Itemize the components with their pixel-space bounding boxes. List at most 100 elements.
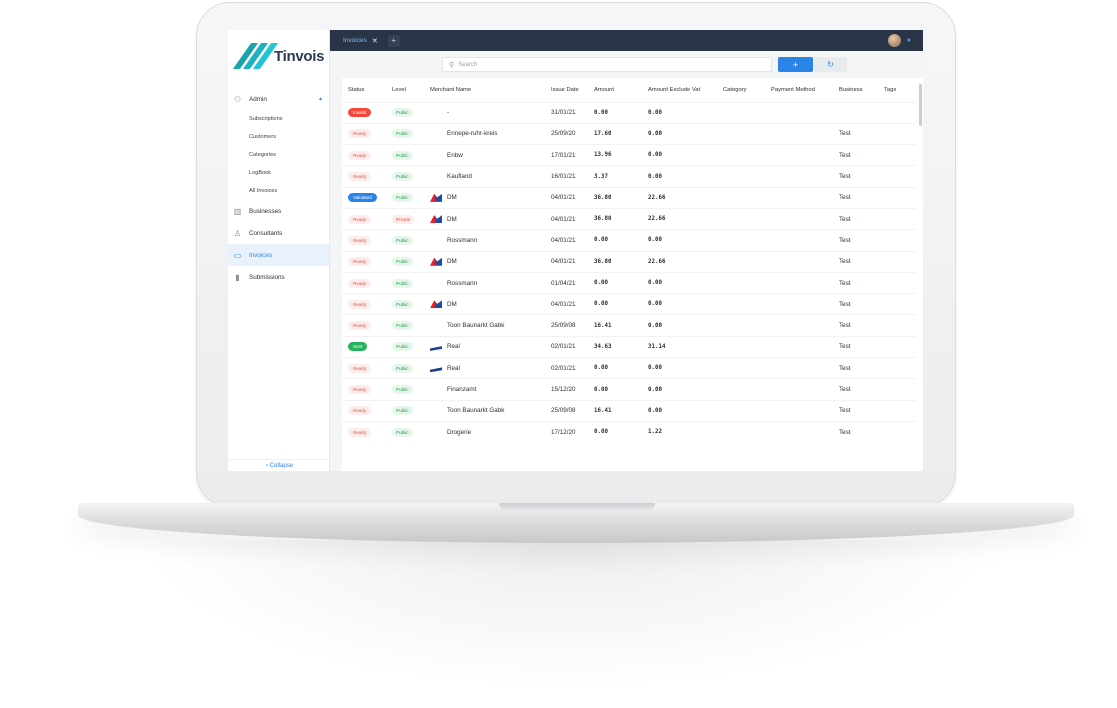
table-row[interactable]: Ready Public Real 02/01/21 0.00 0.00 Test	[342, 357, 916, 379]
column-header-business[interactable]: Business	[833, 78, 878, 102]
close-icon[interactable]: ✕	[372, 37, 378, 45]
sidebar: Tinvois ⚇ Admin ▲ Subscriptions Customers…	[228, 30, 331, 471]
sidebar-item-businesses[interactable]: ▥ Businesses	[228, 200, 329, 222]
sidebar-item-admin[interactable]: ⚇ Admin ▲	[228, 88, 329, 110]
users-icon: ⚇	[233, 94, 242, 104]
merchant-cell: Real	[424, 357, 545, 379]
issue-date: 15/12/20	[545, 378, 588, 401]
add-invoice-button[interactable]: +	[778, 57, 813, 72]
issue-date: 04/01/21	[545, 250, 588, 273]
tags	[878, 271, 916, 294]
table-row[interactable]: Ready Public Toon Baunarkt Gabk 25/09/08 16.…	[342, 399, 916, 422]
tags	[878, 122, 916, 145]
table-row[interactable]: Validated Public DM 04/01/21 36.80 22.66 Test	[342, 186, 916, 209]
column-header-level[interactable]: Level	[386, 78, 424, 102]
table-row[interactable]: Ready Public Drogerie 17/12/20 0.00 1.22 Test	[342, 420, 916, 443]
column-header-amount-exclude-vat[interactable]: Amount Exclude Vat	[642, 78, 717, 102]
table-row[interactable]: Ready Public Rossmann 01/04/21 0.00 0.00 Test	[342, 271, 916, 294]
table-header: Status Level Merchant Name Issue Date Amount…	[342, 78, 916, 102]
payment-method	[765, 250, 833, 273]
issue-date: 25/09/08	[545, 399, 588, 422]
issue-date: 02/01/21	[545, 335, 588, 358]
app-logo[interactable]: Tinvois	[228, 30, 329, 82]
issue-date: 02/01/21	[545, 357, 588, 379]
status-cell: Ready	[342, 293, 386, 315]
amount: 36.80	[588, 186, 642, 209]
dm-logo-icon	[430, 215, 442, 224]
status-badge: Ready	[348, 278, 372, 288]
app-screen: Tinvois ⚇ Admin ▲ Subscriptions Customers…	[228, 30, 923, 471]
table-row[interactable]: Ready Public Finanzamt 15/12/20 0.00 0.00 Test	[342, 378, 916, 401]
merchant-name: DM	[447, 258, 457, 266]
amount-exclude-vat: 31.14	[642, 335, 717, 358]
scrollbar[interactable]	[919, 84, 922, 126]
add-tab-button[interactable]: +	[387, 34, 400, 47]
amount: 36.80	[588, 250, 642, 273]
payment-method	[765, 186, 833, 209]
tags	[878, 250, 916, 273]
merchant-name: Ennepe-ruhr-kreis	[447, 130, 498, 138]
blank-logo-icon	[430, 279, 442, 287]
building-icon: ▥	[233, 206, 242, 216]
column-header-payment-method[interactable]: Payment Method	[765, 78, 833, 102]
sidebar-subitem-logbook[interactable]: LogBook	[228, 164, 329, 182]
business: Test	[833, 357, 878, 379]
business: Test	[833, 144, 878, 166]
merchant-name: DM	[447, 194, 457, 202]
column-header-issue-date[interactable]: Issue Date	[545, 78, 588, 102]
person-icon: ♙	[233, 228, 242, 238]
table-row[interactable]: Ready Public DM 04/01/21 0.00 0.00 Test	[342, 293, 916, 315]
toolbar: ⚲ Search + ↻	[330, 51, 923, 78]
status-cell: Ready	[342, 122, 386, 145]
table-row[interactable]: Ready Public DM 04/01/21 36.80 22.66 Test	[342, 250, 916, 273]
sidebar-subitem-all-invoices[interactable]: All Invoices	[228, 182, 329, 200]
table-row[interactable]: Ready Public Enbw 17/01/21 13.96 0.00 Test	[342, 144, 916, 166]
level-cell: Public	[386, 399, 424, 422]
tab-invoices[interactable]: Invoices ✕	[343, 30, 378, 51]
table-row[interactable]: Ready Public Ennepe-ruhr-kreis 25/09/20 17.6…	[342, 122, 916, 145]
column-header-merchant-name[interactable]: Merchant Name	[424, 78, 545, 102]
level-cell: Public	[386, 293, 424, 315]
blank-logo-icon	[430, 322, 442, 330]
bell-icon[interactable]: ●	[907, 37, 911, 44]
tags	[878, 207, 916, 230]
table-row[interactable]: Ready Public Toon Baunarkt Gabk 25/09/08 16.…	[342, 314, 916, 337]
table-row[interactable]: Ready Private DM 04/01/21 36.80 22.66 Test	[342, 207, 916, 230]
issue-date: 31/01/21	[545, 101, 588, 124]
tags	[878, 335, 916, 358]
merchant-cell: Rossmann	[424, 271, 545, 294]
sidebar-subitem-subscriptions[interactable]: Subscriptions	[228, 110, 329, 128]
table-row[interactable]: Sent Public Real 02/01/21 34.63 31.14 Test	[342, 335, 916, 358]
level-badge: Public	[392, 150, 413, 160]
business: Test	[833, 293, 878, 315]
blank-logo-icon	[430, 109, 442, 117]
sidebar-item-label: Submissions	[249, 273, 285, 281]
sidebar-subitem-customers[interactable]: Customers	[228, 128, 329, 146]
payment-method	[765, 271, 833, 294]
table-row[interactable]: Invalid Public -31/01/21 0.00 0.00	[342, 101, 916, 124]
column-header-tags[interactable]: Tags	[878, 78, 916, 102]
issue-date: 04/01/21	[545, 207, 588, 230]
merchant-cell: Kaufland	[424, 165, 545, 188]
search-input[interactable]: ⚲ Search	[442, 57, 772, 72]
sidebar-item-consultants[interactable]: ♙ Consultants	[228, 222, 329, 244]
column-header-status[interactable]: Status	[342, 78, 386, 102]
level-badge: Public	[392, 193, 413, 203]
column-header-amount[interactable]: Amount	[588, 78, 642, 102]
sidebar-item-submissions[interactable]: ▮ Submissions	[228, 266, 329, 288]
table-row[interactable]: Ready Public Rossmann 04/01/21 0.00 0.00 Test	[342, 229, 916, 252]
avatar[interactable]	[887, 34, 901, 47]
level-cell: Public	[386, 101, 424, 124]
level-badge: Private	[392, 214, 415, 224]
level-badge: Public	[392, 406, 413, 416]
sidebar-subitem-categories[interactable]: Categories	[228, 146, 329, 164]
issue-date: 04/01/21	[545, 293, 588, 315]
table-row[interactable]: Ready Public Kaufland 16/01/21 3.37 0.00 Test	[342, 165, 916, 188]
status-cell: Ready	[342, 399, 386, 422]
collapse-button[interactable]: ‹ Collapse	[228, 459, 331, 471]
column-header-category[interactable]: Category	[717, 78, 765, 102]
sidebar-item-invoices[interactable]: ▭ Invoices	[228, 244, 329, 266]
refresh-button[interactable]: ↻	[814, 57, 847, 72]
tags	[878, 229, 916, 252]
amount-exclude-vat: 22.66	[642, 207, 717, 230]
